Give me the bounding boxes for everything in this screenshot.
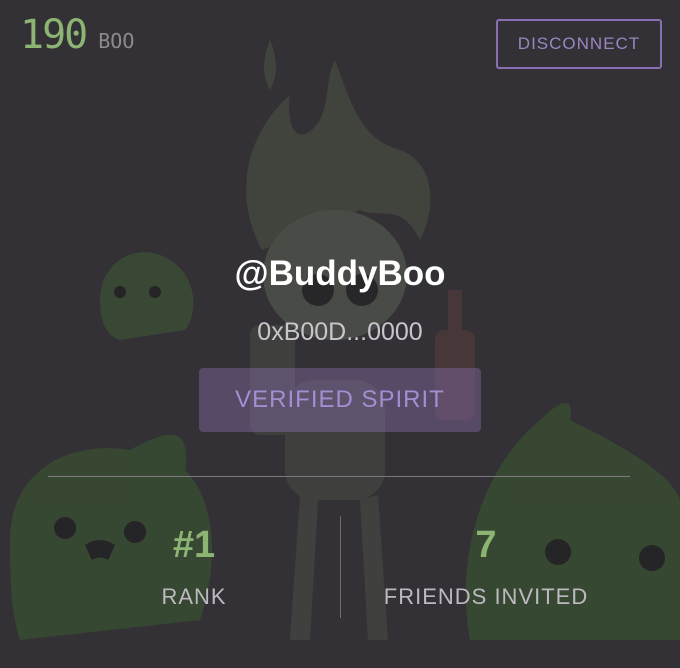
stats-divider bbox=[340, 516, 341, 618]
boo-balance: 190 BOO bbox=[20, 12, 134, 58]
friends-invited-stat: 7 FRIENDS INVITED bbox=[370, 520, 602, 610]
friends-invited-value: 7 bbox=[475, 524, 497, 566]
balance-unit: BOO bbox=[98, 29, 135, 53]
friends-invited-label: FRIENDS INVITED bbox=[383, 584, 589, 609]
divider bbox=[48, 476, 630, 477]
balance-value: 190 bbox=[20, 12, 88, 58]
username: @BuddyBoo bbox=[234, 254, 446, 293]
wallet-address: 0xB00D...0000 bbox=[257, 318, 423, 346]
rank-value: #1 bbox=[172, 524, 216, 566]
verified-badge: VERIFIED SPIRIT bbox=[199, 368, 481, 432]
rank-label: RANK bbox=[161, 584, 227, 609]
rank-stat: #1 RANK bbox=[94, 520, 294, 610]
disconnect-button[interactable]: DISCONNECT bbox=[496, 19, 662, 69]
